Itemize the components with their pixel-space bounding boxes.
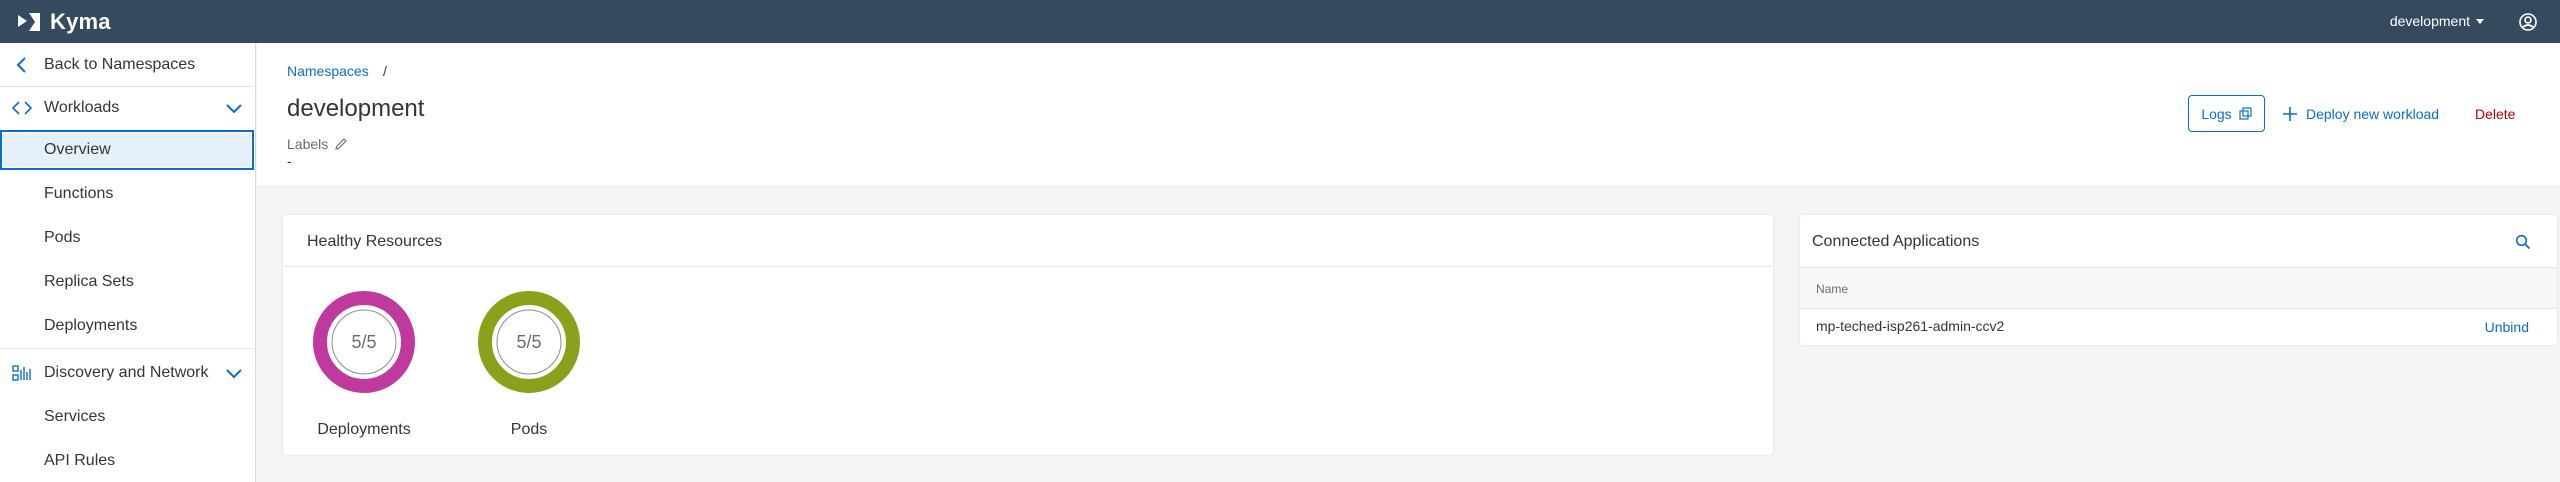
card-title: Healthy Resources [307, 233, 443, 250]
chevron-down-icon[interactable] [226, 367, 242, 379]
chevron-down-icon[interactable] [226, 102, 242, 114]
sidebar-item-label: Deployments [44, 317, 138, 334]
sidebar-item-deployments[interactable]: Deployments [0, 306, 254, 346]
labels-value: - [287, 153, 292, 169]
unbind-button[interactable]: Unbind [2485, 319, 2529, 335]
breadcrumb-separator: / [383, 63, 387, 79]
delete-button-label: Delete [2475, 105, 2516, 122]
table-header: Name [1800, 267, 2557, 309]
kyma-logo-icon [18, 13, 40, 31]
namespace-selector[interactable]: development [2390, 13, 2484, 29]
labels-section: Labels [287, 136, 348, 152]
sidebar-group-label: Workloads [44, 99, 120, 116]
caret-down-icon [2476, 18, 2484, 24]
sidebar-item-label: Services [44, 408, 106, 425]
logs-button[interactable]: Logs [2188, 95, 2265, 132]
application-name: mp-teched-isp261-admin-ccv2 [1816, 318, 2005, 334]
sidebar-item-functions[interactable]: Functions [0, 174, 254, 214]
sidebar: Back to Namespaces Workloads Overview Fu… [0, 43, 256, 482]
back-label: Back to Namespaces [44, 56, 196, 73]
sidebar-item-label: Replica Sets [44, 273, 134, 290]
sidebar-item-replica-sets[interactable]: Replica Sets [0, 262, 254, 302]
table-row: mp-teched-isp261-admin-ccv2 Unbind [1800, 309, 2557, 345]
pods-label: Pods [510, 421, 548, 438]
page-header: Namespaces / development Labels - Logs D… [257, 43, 2560, 185]
code-icon [12, 101, 32, 115]
logs-button-label: Logs [2201, 105, 2232, 122]
healthy-resources-card: Healthy Resources 5/5 Deployments 5/5 Po… [283, 215, 1773, 455]
user-account-icon[interactable] [2518, 12, 2538, 32]
sidebar-divider [0, 348, 254, 349]
sidebar-item-label: Overview [44, 141, 111, 158]
sidebar-item-api-rules[interactable]: API Rules [0, 441, 254, 481]
back-to-namespaces[interactable]: Back to Namespaces [0, 45, 254, 85]
deployments-label: Deployments [317, 421, 411, 438]
pods-donut: 5/5 [478, 291, 580, 393]
add-icon [2283, 106, 2297, 121]
namespace-selector-label: development [2389, 13, 2470, 29]
column-header-name: Name [1816, 282, 1849, 296]
sidebar-group-discovery-network[interactable]: Discovery and Network [0, 353, 254, 393]
sidebar-item-overview[interactable]: Overview [0, 130, 254, 170]
shell-bar: Kyma development [0, 0, 2560, 43]
sidebar-item-label: Functions [44, 185, 114, 202]
breadcrumb-namespaces[interactable]: Namespaces [287, 63, 369, 79]
network-icon [12, 365, 31, 381]
deploy-button-label: Deploy new workload [2306, 105, 2440, 122]
kyma-logo[interactable]: Kyma [16, 9, 111, 35]
deployments-donut-value: 5/5 [351, 332, 376, 352]
labels-title: Labels [287, 136, 329, 152]
sidebar-group-label: Discovery and Network [44, 364, 209, 381]
deployments-donut: 5/5 [313, 291, 415, 393]
external-link-icon [2239, 107, 2252, 120]
sidebar-item-label: API Rules [44, 452, 116, 469]
sidebar-divider [0, 86, 254, 87]
brand-name: Kyma [50, 9, 111, 34]
deploy-new-workload-button[interactable]: Deploy new workload [2282, 95, 2439, 132]
connected-applications-card: Connected Applications Name mp-teched-is… [1800, 215, 2557, 345]
card-divider [283, 266, 1773, 267]
search-icon[interactable] [2515, 234, 2531, 250]
chevron-left-icon [16, 57, 26, 73]
page-title: development [287, 95, 425, 122]
sidebar-item-services[interactable]: Services [0, 397, 254, 437]
edit-icon[interactable] [334, 137, 348, 151]
delete-button[interactable]: Delete [2475, 95, 2515, 132]
pods-donut-value: 5/5 [516, 332, 541, 352]
sidebar-item-label: Pods [44, 229, 81, 246]
main-content: Namespaces / development Labels - Logs D… [257, 43, 2560, 482]
sidebar-group-workloads[interactable]: Workloads [0, 88, 254, 128]
sidebar-item-pods[interactable]: Pods [0, 218, 254, 258]
card-title: Connected Applications [1812, 233, 1980, 250]
